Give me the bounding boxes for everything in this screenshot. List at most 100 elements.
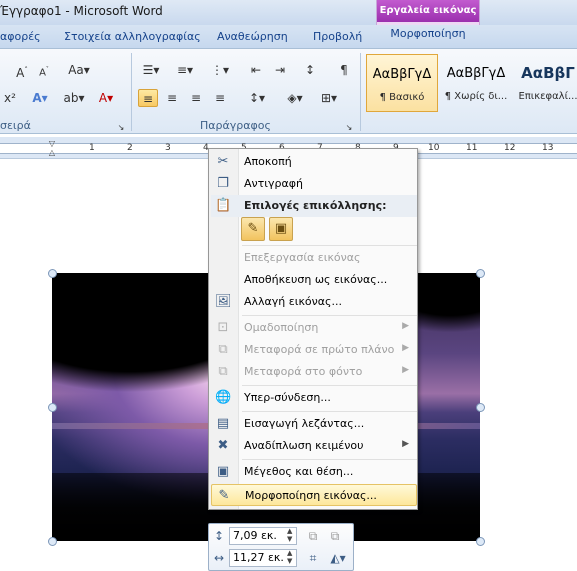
- context-menu: ✂ Αποκοπή ❐ Αντιγραφή 📋 Επιλογές επικόλλ…: [208, 148, 418, 510]
- tab-references[interactable]: αφορές: [0, 30, 41, 43]
- caption-icon: ▤: [216, 416, 230, 431]
- context-group-title: Εργαλεία εικόνας: [377, 0, 479, 22]
- width-spinner-icon[interactable]: ▲ ▼: [287, 549, 292, 565]
- superscript-icon[interactable]: x²: [0, 89, 20, 107]
- ruler-number: 12: [504, 143, 516, 153]
- send-backward-icon[interactable]: ⧉: [327, 528, 343, 544]
- indent-marker-icon[interactable]: ▽ △: [48, 139, 56, 157]
- increase-indent-icon[interactable]: ⇥: [270, 61, 290, 79]
- tab-format[interactable]: Μορφοποίηση: [377, 27, 479, 40]
- resize-handle-bottom-left[interactable]: [48, 537, 57, 546]
- style-sample: ΑαΒβΓγΔ: [372, 67, 432, 82]
- style-sample: ΑαΒβΓγΔ: [446, 66, 506, 81]
- justify-icon[interactable]: ≡: [210, 89, 230, 107]
- sort-icon[interactable]: ↕: [300, 61, 320, 79]
- shape-width-icon: ↔: [213, 551, 225, 565]
- menu-item-label: Ομαδοποίηση: [244, 321, 319, 334]
- resize-handle-left[interactable]: [48, 403, 57, 412]
- line-spacing-icon[interactable]: ↕▾: [244, 89, 270, 107]
- tab-mailings[interactable]: Στοιχεία αλληλογραφίας: [64, 30, 201, 43]
- menu-separator: [242, 411, 417, 412]
- menu-item-group[interactable]: ⊡ Ομαδοποίηση ▶: [211, 317, 417, 339]
- group-icon: ⊡: [217, 320, 229, 335]
- tab-view[interactable]: Προβολή: [313, 30, 362, 43]
- shading-icon[interactable]: ◈▾: [282, 89, 308, 107]
- hyperlink-icon: 🌐: [215, 390, 232, 405]
- menu-item-format-picture[interactable]: ✎ Μορφοποίηση εικόνας...: [211, 484, 417, 506]
- menu-item-wrap-text[interactable]: ✖ Αναδίπλωση κειμένου ▶: [211, 435, 417, 457]
- menu-item-insert-caption[interactable]: ▤ Εισαγωγή λεζάντας...: [211, 413, 417, 435]
- menu-item-copy[interactable]: ❐ Αντιγραφή: [211, 173, 417, 195]
- menu-item-send-to-back[interactable]: ⧉ Μεταφορά στο φόντο ▶: [211, 361, 417, 383]
- menu-item-edit-picture[interactable]: Επεξεργασία εικόνας: [211, 247, 417, 269]
- style-normal[interactable]: ΑαΒβΓγΔ ¶ Βασικό: [366, 54, 438, 112]
- ruler-number: 3: [165, 143, 171, 153]
- menu-item-cut[interactable]: ✂ Αποκοπή: [211, 151, 417, 173]
- highlight-color-icon[interactable]: ab▾: [62, 89, 86, 107]
- format-picture-icon: ✎: [218, 488, 230, 503]
- resize-handle-top-left[interactable]: [48, 269, 57, 278]
- ruler-number: 1: [89, 143, 95, 153]
- menu-separator: [242, 385, 417, 386]
- menu-item-label: Μέγεθος και θέση...: [244, 465, 354, 478]
- menu-item-label: Επιλογές επικόλλησης:: [244, 199, 387, 212]
- ribbon: A˄ A˅ Aa▾ x² A▾ ab▾ A▾ σειρά ↘ ☰▾ ≡▾ ⋮▾ …: [0, 48, 577, 134]
- menu-header-paste-options: 📋 Επιλογές επικόλλησης:: [211, 195, 417, 217]
- size-position-icon: ▣: [216, 464, 230, 479]
- align-right-icon[interactable]: ≡: [186, 89, 206, 107]
- resize-handle-right[interactable]: [476, 403, 485, 412]
- bullets-icon[interactable]: ☰▾: [138, 61, 164, 79]
- menu-separator: [242, 459, 417, 460]
- text-effects-icon[interactable]: A▾: [30, 89, 50, 107]
- decrease-indent-icon[interactable]: ⇤: [246, 61, 266, 79]
- tab-review[interactable]: Αναθεώρηση: [217, 30, 288, 43]
- style-name: ¶ Βασικό: [379, 92, 425, 103]
- picture-styles-icon[interactable]: ◭▾: [327, 550, 349, 566]
- font-color-icon[interactable]: A▾: [96, 89, 116, 107]
- paste-keep-formatting-button[interactable]: ✎: [241, 217, 265, 241]
- paste-picture-button[interactable]: ▣: [269, 217, 293, 241]
- mini-toolbar: ↕ 7,09 εκ. ▲ ▼ ⧉ ⧉ ↔ 11,27 εκ. ▲ ▼ ⌗ ◭▾: [208, 523, 354, 571]
- menu-item-hyperlink[interactable]: 🌐 Υπερ-σύνδεση...: [211, 387, 417, 409]
- menu-item-bring-to-front[interactable]: ⧉ Μεταφορά σε πρώτο πλάνο ▶: [211, 339, 417, 361]
- borders-icon[interactable]: ⊞▾: [316, 89, 342, 107]
- align-left-icon[interactable]: ≡: [138, 89, 158, 107]
- bring-forward-icon[interactable]: ⧉: [305, 528, 321, 544]
- menu-item-label: Υπερ-σύνδεση...: [244, 391, 331, 404]
- menu-item-label: Αποκοπή: [244, 155, 292, 168]
- menu-item-label: Εισαγωγή λεζάντας...: [244, 417, 365, 430]
- style-heading[interactable]: ΑαΒβΓ Επικεφαλί...: [512, 54, 577, 112]
- submenu-arrow-icon: ▶: [402, 321, 409, 331]
- numbering-icon[interactable]: ≡▾: [172, 61, 198, 79]
- show-marks-icon[interactable]: ¶: [334, 61, 354, 79]
- menu-item-save-as-picture[interactable]: Αποθήκευση ως εικόνας...: [211, 269, 417, 291]
- menu-item-size-and-position[interactable]: ▣ Μέγεθος και θέση...: [211, 461, 417, 483]
- submenu-arrow-icon: ▶: [402, 365, 409, 375]
- multilevel-list-icon[interactable]: ⋮▾: [206, 61, 234, 79]
- style-no-spacing[interactable]: ΑαΒβΓγΔ ¶ Χωρίς δι...: [440, 54, 512, 112]
- scissors-icon: ✂: [217, 154, 229, 169]
- crop-icon[interactable]: ⌗: [305, 550, 321, 566]
- title-bar: Έγγραφο1 - Microsoft Word: [0, 0, 577, 25]
- change-case-icon[interactable]: Aa▾: [66, 61, 92, 79]
- style-name: Επικεφαλί...: [518, 91, 577, 102]
- send-backward-icon: ⧉: [218, 364, 228, 379]
- style-name: ¶ Χωρίς δι...: [444, 91, 508, 102]
- grow-font-icon[interactable]: A˄: [12, 61, 32, 80]
- ruler-number: 10: [428, 143, 440, 153]
- menu-item-label: Αποθήκευση ως εικόνας...: [244, 273, 388, 286]
- height-spinner-icon[interactable]: ▲ ▼: [287, 527, 292, 543]
- resize-handle-top-right[interactable]: [476, 269, 485, 278]
- resize-handle-bottom-right[interactable]: [476, 537, 485, 546]
- change-picture-icon: 🖼: [215, 294, 232, 309]
- font-dialog-launcher-icon[interactable]: ↘: [116, 119, 126, 137]
- align-center-icon[interactable]: ≡: [162, 89, 182, 107]
- menu-item-change-picture[interactable]: 🖼 Αλλαγή εικόνας...: [211, 291, 417, 313]
- ruler-number: 11: [466, 143, 478, 153]
- paragraph-dialog-launcher-icon[interactable]: ↘: [344, 119, 354, 137]
- font-group-label: σειρά: [0, 119, 31, 132]
- style-sample: ΑαΒβΓ: [521, 64, 575, 82]
- menu-item-label: Μορφοποίηση εικόνας...: [245, 489, 377, 502]
- shrink-font-icon[interactable]: A˅: [34, 61, 54, 79]
- mini-toolbar-row: ↔ 11,27 εκ. ▲ ▼ ⌗ ◭▾: [211, 548, 351, 570]
